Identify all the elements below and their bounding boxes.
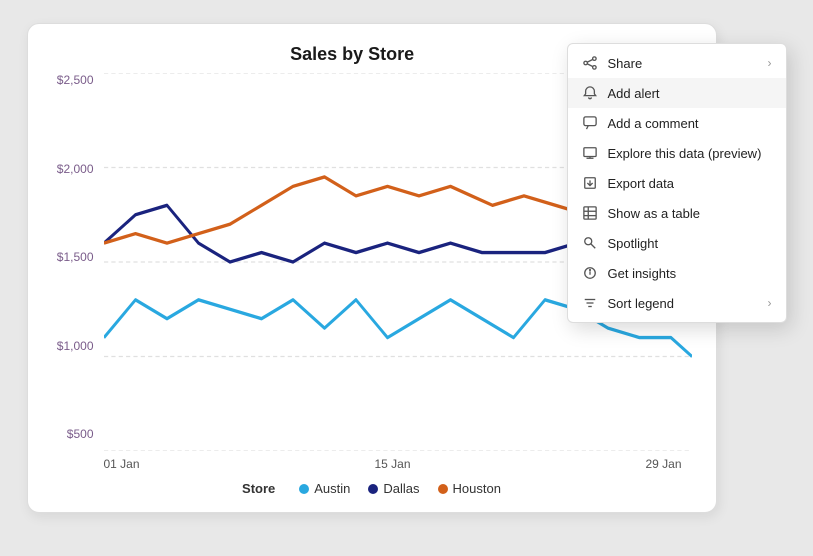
legend-item-houston: Houston <box>438 481 501 496</box>
export-icon <box>582 175 598 191</box>
outer-container: Sales by Store 📌 ⧉ 🔔 ≡ ⊡ ··· $2,500 $2,0… <box>27 23 787 533</box>
houston-label: Houston <box>453 481 501 496</box>
share-arrow: › <box>768 56 772 70</box>
x-label: 01 Jan <box>104 457 140 471</box>
menu-label-add-comment: Add a comment <box>608 116 699 131</box>
dallas-label: Dallas <box>383 481 419 496</box>
menu-label-share: Share <box>608 56 643 71</box>
menu-item-explore[interactable]: Explore this data (preview) <box>568 138 786 168</box>
menu-label-insights: Get insights <box>608 266 677 281</box>
menu-label-export: Export data <box>608 176 675 191</box>
y-axis: $2,500 $2,000 $1,500 $1,000 $500 <box>52 73 104 471</box>
menu-item-add-comment[interactable]: Add a comment <box>568 108 786 138</box>
austin-dot <box>299 484 309 494</box>
y-label: $2,000 <box>57 162 94 176</box>
alert-icon <box>582 85 598 101</box>
austin-label: Austin <box>314 481 350 496</box>
chart-legend: Store Austin Dallas Houston <box>52 481 692 496</box>
y-label: $500 <box>67 427 94 441</box>
x-label: 15 Jan <box>374 457 410 471</box>
menu-label-table: Show as a table <box>608 206 701 221</box>
dallas-dot <box>368 484 378 494</box>
sort-icon <box>582 295 598 311</box>
menu-label-sort-legend: Sort legend <box>608 296 675 311</box>
menu-label-spotlight: Spotlight <box>608 236 659 251</box>
table-icon <box>582 205 598 221</box>
y-label: $2,500 <box>57 73 94 87</box>
chart-title: Sales by Store <box>132 44 573 65</box>
spotlight-icon <box>582 235 598 251</box>
houston-dot <box>438 484 448 494</box>
menu-item-add-alert[interactable]: Add alert <box>568 78 786 108</box>
sort-legend-arrow: › <box>768 296 772 310</box>
menu-label-add-alert: Add alert <box>608 86 660 101</box>
legend-title: Store <box>242 481 275 496</box>
legend-item-austin: Austin <box>299 481 350 496</box>
menu-item-spotlight[interactable]: Spotlight <box>568 228 786 258</box>
menu-label-explore: Explore this data (preview) <box>608 146 762 161</box>
explore-icon <box>582 145 598 161</box>
menu-item-insights[interactable]: Get insights <box>568 258 786 288</box>
context-menu: Share › Add alert <box>567 43 787 323</box>
share-icon <box>582 55 598 71</box>
insights-icon <box>582 265 598 281</box>
menu-item-sort-legend[interactable]: Sort legend › <box>568 288 786 318</box>
x-label: 29 Jan <box>645 457 681 471</box>
comment-icon <box>582 115 598 131</box>
x-axis: 01 Jan 15 Jan 29 Jan <box>104 451 692 471</box>
menu-item-share[interactable]: Share › <box>568 48 786 78</box>
y-label: $1,500 <box>57 250 94 264</box>
menu-item-export[interactable]: Export data <box>568 168 786 198</box>
y-label: $1,000 <box>57 339 94 353</box>
menu-item-table[interactable]: Show as a table <box>568 198 786 228</box>
legend-item-dallas: Dallas <box>368 481 419 496</box>
